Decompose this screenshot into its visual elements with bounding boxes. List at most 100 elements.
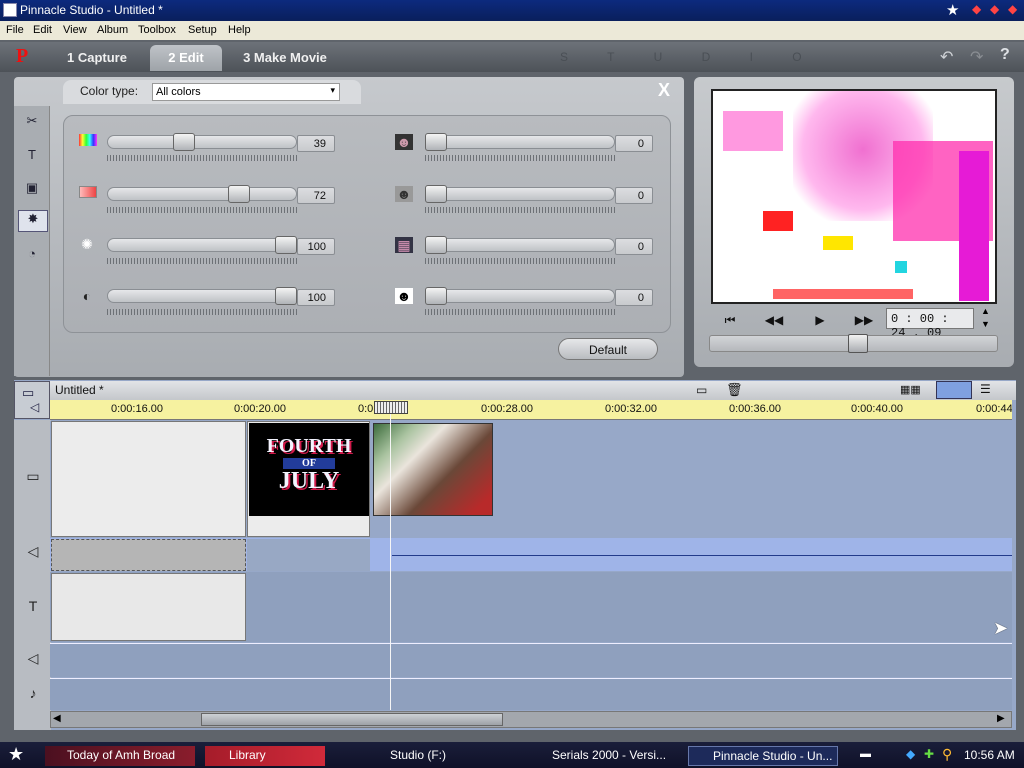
still-frame-icon[interactable]: ▣ (20, 180, 44, 202)
task-item[interactable]: Library (205, 746, 325, 766)
effect-posterize-icon: ☻ (395, 288, 413, 304)
task-item[interactable]: Studio (F:) (366, 746, 516, 766)
effect-blur-slider-thumb[interactable] (425, 133, 447, 151)
scroll-right-icon[interactable]: ▶ (997, 713, 1005, 724)
effect-posterize-slider[interactable] (425, 289, 615, 303)
text-view-icon[interactable]: ☰ (980, 382, 991, 396)
timecode-spin-down-icon[interactable]: ▼ (981, 319, 990, 329)
scroll-left-icon[interactable]: ◀ (53, 713, 61, 724)
trash-icon[interactable]: 🗑 (726, 382, 743, 398)
minimize-icon[interactable]: ◆ (972, 2, 986, 16)
start-star-icon[interactable]: ★ (8, 744, 24, 765)
title-clip-thumbnail[interactable]: FOURTH OF JULY (249, 423, 369, 516)
mouse-cursor-icon: ➤ (993, 618, 1009, 638)
tab-edit[interactable]: 2 Edit (150, 45, 222, 71)
contrast-slider[interactable] (107, 289, 297, 303)
storyboard-view-icon[interactable]: ▦▦ (900, 383, 921, 396)
title-track-icon[interactable]: T (20, 598, 46, 618)
menu-file[interactable]: File (6, 24, 24, 36)
tray-icon[interactable]: ◆ (906, 747, 915, 761)
music-track-icon[interactable]: ♪ (20, 685, 46, 705)
search-icon[interactable]: ⚲ (942, 746, 952, 763)
window-title: Pinnacle Studio - Untitled * (20, 3, 163, 17)
task-item[interactable]: Serials 2000 - Versi... (528, 746, 668, 766)
task-label: Serials 2000 - Versi... (552, 748, 667, 762)
saturation-slider[interactable] (107, 187, 297, 201)
brightness-slider[interactable] (107, 238, 297, 252)
track-headers (14, 420, 51, 730)
scrubber-thumb[interactable] (848, 334, 868, 353)
close-panel-button[interactable]: X (658, 80, 670, 101)
redo-icon[interactable]: ↷ (970, 47, 983, 67)
menu-view[interactable]: View (63, 24, 87, 36)
effect-mosaic-slider-thumb[interactable] (425, 236, 447, 254)
tab-capture[interactable]: 1 Capture (55, 45, 139, 71)
fast-forward-icon[interactable]: ▶▶ (852, 313, 876, 327)
effect-posterize-slider-thumb[interactable] (425, 287, 447, 305)
saturation-slider-thumb[interactable] (227, 185, 250, 203)
menu-edit[interactable]: Edit (33, 24, 52, 36)
effect-mosaic-slider[interactable] (425, 238, 615, 252)
effect-emboss-slider[interactable] (425, 187, 615, 201)
music-track (50, 678, 1012, 710)
taskbar: ★ Today of Amh Broad Library Studio (F:)… (0, 742, 1024, 768)
app-icon (3, 3, 17, 17)
empty-slot (51, 421, 246, 537)
ruler-label: 0:00:28.00 (481, 403, 533, 415)
maximize-icon[interactable]: ◆ (990, 2, 1004, 16)
video-preview (711, 89, 997, 304)
brightness-slider-ticks (107, 258, 297, 264)
menu-setup[interactable]: Setup (188, 24, 217, 36)
color-effects-icon[interactable]: ✸ (18, 210, 48, 232)
task-item-active[interactable]: Pinnacle Studio - Un... (688, 746, 838, 766)
brightness-slider-thumb[interactable] (275, 236, 297, 254)
color-type-select[interactable]: All colors ▾ (152, 83, 340, 101)
effect-blur-slider[interactable] (425, 135, 615, 149)
tray-icon[interactable]: ▬ (860, 748, 871, 760)
task-label: Library (229, 748, 266, 762)
timecode-display[interactable]: 0 : 00 : 24 . 09 (886, 308, 974, 340)
video-track-icon[interactable]: ▭ (20, 468, 46, 488)
menu-bar: File Edit View Album Toolbox Setup Help (0, 21, 1024, 40)
playhead-handle[interactable] (374, 401, 408, 414)
video-tools-icon[interactable]: ✂ (20, 113, 44, 135)
playhead-line (390, 414, 391, 710)
title-tools-icon[interactable]: T (20, 147, 44, 169)
tray-icon[interactable]: ✚ (924, 747, 934, 761)
split-clip-icon[interactable]: ▭ (696, 383, 707, 397)
timecode-spin-up-icon[interactable]: ▲ (981, 306, 990, 316)
play-icon[interactable]: ▶ (808, 313, 832, 327)
menu-album[interactable]: Album (97, 24, 128, 36)
original-audio-track-icon[interactable]: ◁ (20, 543, 46, 563)
hue-slider-thumb[interactable] (172, 133, 195, 151)
undo-icon[interactable]: ↶ (940, 47, 953, 67)
timeline-scrollbar[interactable]: ◀ ▶ (50, 711, 1012, 728)
rewind-icon[interactable]: ◀◀ (762, 313, 786, 327)
effect-posterize-value: 0 (615, 289, 653, 306)
menu-toolbox[interactable]: Toolbox (138, 24, 176, 36)
timeline-view-icon[interactable] (936, 381, 972, 399)
tab-make-movie[interactable]: 3 Make Movie (232, 45, 338, 71)
effect-mosaic-icon: ▦ (395, 237, 413, 253)
hue-slider[interactable] (107, 135, 297, 149)
default-button[interactable]: Default (558, 338, 658, 360)
star-icon[interactable]: ★ (946, 1, 959, 19)
saturation-value: 72 (297, 187, 335, 204)
ruler-label: 0:00:16.00 (111, 403, 163, 415)
menu-help[interactable]: Help (228, 24, 251, 36)
camera-track-tab-icon[interactable]: ▭ (22, 385, 34, 401)
hue-value: 39 (297, 135, 335, 152)
sound-effect-track-icon[interactable]: ◁ (20, 650, 46, 670)
scrollbar-thumb[interactable] (201, 713, 503, 726)
studio-label: S T U D I O (560, 50, 820, 64)
contrast-slider-thumb[interactable] (275, 287, 297, 305)
audio-tab-icon[interactable]: ◁ (30, 400, 39, 414)
task-label: Pinnacle Studio - Un... (713, 749, 833, 763)
effect-emboss-slider-thumb[interactable] (425, 185, 447, 203)
task-item[interactable]: Today of Amh Broad (45, 746, 195, 766)
speed-tools-icon[interactable]: ◔ (20, 246, 44, 268)
video-clip-thumbnail[interactable] (373, 423, 493, 516)
go-to-start-icon[interactable]: ⏮ (718, 313, 742, 327)
help-icon[interactable]: ? (1000, 46, 1010, 64)
close-icon[interactable]: ◆ (1008, 2, 1022, 16)
